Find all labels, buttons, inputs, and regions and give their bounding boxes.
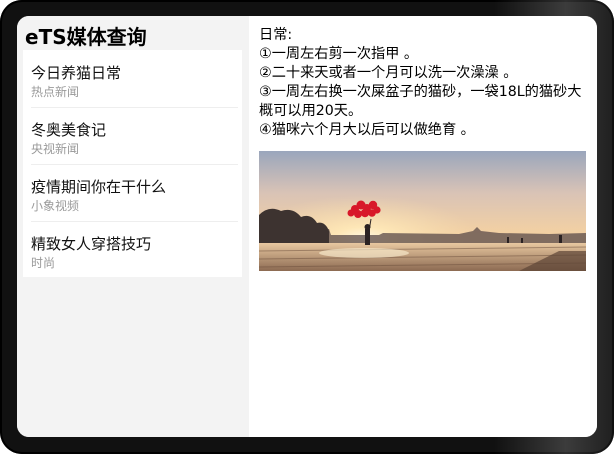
news-item-source: 热点新闻 (31, 85, 80, 99)
news-item-title: 疫情期间你在干什么 (31, 178, 167, 196)
news-list: 今日养猫日常 热点新闻 冬奥美食记 央视新闻 疫情期间你在干什么 小象视频 精致… (23, 50, 242, 277)
news-item-title: 今日养猫日常 (31, 64, 122, 82)
detail-line: ④猫咪六个月大以后可以做绝育 。 (259, 122, 475, 138)
detail-pane: 日常: ①一周左右剪一次指甲 。 ②二十来天或者一个月可以洗一次澡澡 。 ③一周… (249, 16, 597, 437)
news-item-source: 小象视频 (31, 199, 80, 213)
sidebar: eTS媒体查询 今日养猫日常 热点新闻 冬奥美食记 央视新闻 疫情期间你在干什么… (17, 16, 249, 437)
detail-heading: 日常: (259, 27, 293, 43)
news-item-cat-daily[interactable]: 今日养猫日常 热点新闻 (23, 50, 242, 107)
news-item-winter-olympics-food[interactable]: 冬奥美食记 央视新闻 (23, 107, 242, 164)
app-title: eTS媒体查询 (25, 25, 147, 49)
detail-line: ③一周左右换一次屎盆子的猫砂，一袋18L的猫砂大概可以用20天。 (259, 84, 582, 119)
sunset-balloons-photo (259, 151, 586, 271)
device-frame: eTS媒体查询 今日养猫日常 热点新闻 冬奥美食记 央视新闻 疫情期间你在干什么… (0, 0, 614, 454)
detail-line: ①一周左右剪一次指甲 。 (259, 46, 419, 62)
detail-line: ②二十来天或者一个月可以洗一次澡澡 。 (259, 65, 518, 81)
app-screen: eTS媒体查询 今日养猫日常 热点新闻 冬奥美食记 央视新闻 疫情期间你在干什么… (17, 16, 597, 437)
news-item-fashion[interactable]: 精致女人穿搭技巧 时尚 (23, 221, 242, 278)
news-item-source: 时尚 (31, 256, 56, 270)
news-item-source: 央视新闻 (31, 142, 80, 156)
news-item-title: 冬奥美食记 (31, 121, 107, 139)
detail-text: 日常: ①一周左右剪一次指甲 。 ②二十来天或者一个月可以洗一次澡澡 。 ③一周… (259, 26, 589, 140)
news-item-pandemic[interactable]: 疫情期间你在干什么 小象视频 (23, 164, 242, 221)
news-item-title: 精致女人穿搭技巧 (31, 235, 152, 253)
